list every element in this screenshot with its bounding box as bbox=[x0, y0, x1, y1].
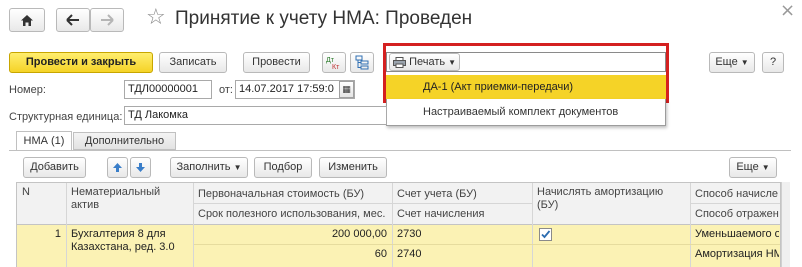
number-field[interactable]: ТДЛ00000001 bbox=[124, 80, 212, 99]
more-button-label: Еще bbox=[715, 56, 738, 68]
unit-label: Структурная единица: bbox=[9, 111, 123, 123]
tab-nma[interactable]: НМА (1) bbox=[16, 131, 72, 151]
row-asset-line2: Казахстана, ред. 3.0 bbox=[71, 241, 175, 253]
dt-kt-icon: Дт Кт bbox=[326, 57, 340, 71]
table-more-button[interactable]: Еще ▼ bbox=[729, 157, 777, 178]
move-up-button[interactable] bbox=[107, 157, 128, 178]
row-method: Уменьшаемого о bbox=[695, 228, 779, 240]
date-label: от: bbox=[219, 84, 233, 96]
structure-button[interactable] bbox=[350, 52, 374, 73]
header-method: Способ начисле bbox=[695, 188, 778, 200]
date-field[interactable]: 14.07.2017 17:59:0 bbox=[235, 80, 355, 99]
header-account-accrual: Счет начисления bbox=[397, 208, 485, 220]
header-cost: Первоначальная стоимость (БУ) bbox=[198, 188, 365, 200]
calendar-icon[interactable]: ▦ bbox=[339, 81, 354, 98]
amortization-checkbox[interactable] bbox=[539, 228, 552, 241]
row-sep-3 bbox=[392, 225, 393, 267]
row-sep-1 bbox=[66, 225, 67, 267]
number-label: Номер: bbox=[9, 84, 46, 96]
unit-field[interactable]: ТД Лакомка bbox=[124, 106, 387, 125]
chevron-down-icon: ▼ bbox=[740, 58, 749, 67]
svg-text:Дт: Дт bbox=[326, 57, 335, 64]
row-sep-4 bbox=[532, 225, 533, 267]
tab-baseline bbox=[9, 150, 791, 151]
chevron-down-icon: ▼ bbox=[448, 58, 457, 67]
favorite-star-icon[interactable]: ☆ bbox=[146, 5, 166, 30]
row-reflect: Амортизация НМ bbox=[695, 248, 779, 260]
tab-additional[interactable]: Дополнительно bbox=[73, 132, 176, 150]
post-and-close-button[interactable]: Провести и закрыть bbox=[9, 52, 153, 73]
structure-icon bbox=[355, 55, 369, 70]
chevron-down-icon: ▼ bbox=[233, 163, 242, 172]
header-amortization: Начислять амортизацию (БУ) bbox=[537, 186, 664, 211]
chevron-down-icon: ▼ bbox=[761, 163, 770, 172]
back-button[interactable] bbox=[56, 8, 90, 32]
arrow-down-icon bbox=[136, 163, 145, 172]
checkmark-icon bbox=[541, 230, 551, 239]
change-button[interactable]: Изменить bbox=[319, 157, 387, 178]
home-button[interactable] bbox=[9, 8, 45, 32]
header-n: N bbox=[22, 186, 30, 198]
svg-text:Кт: Кт bbox=[332, 64, 340, 71]
header-asset: Нематериальный актив bbox=[71, 186, 161, 211]
header-life: Срок полезного использования, мес. bbox=[198, 208, 386, 220]
more-button[interactable]: Еще ▼ bbox=[709, 52, 755, 73]
row-n: 1 bbox=[54, 228, 61, 240]
home-icon bbox=[21, 14, 33, 26]
header-mid-line-2 bbox=[393, 203, 532, 204]
arrow-up-icon bbox=[113, 163, 122, 172]
row-cost: 200 000,00 bbox=[331, 228, 387, 240]
header-reflect: Способ отражен bbox=[695, 208, 779, 220]
row-life: 60 bbox=[374, 248, 387, 260]
header-mid-line-3 bbox=[691, 203, 780, 204]
header-account: Счет учета (БУ) bbox=[397, 188, 477, 200]
fill-button[interactable]: Заполнить ▼ bbox=[170, 157, 248, 178]
row-account-accrual: 2740 bbox=[397, 248, 422, 260]
forward-button[interactable] bbox=[90, 8, 124, 32]
close-icon[interactable]: × bbox=[780, 0, 795, 21]
page-title: Принятие к учету НМА: Проведен bbox=[175, 8, 473, 29]
arrow-left-icon bbox=[66, 14, 79, 26]
post-button[interactable]: Провести bbox=[243, 52, 310, 73]
help-button[interactable]: ? bbox=[762, 52, 784, 73]
row-sep-5 bbox=[690, 225, 691, 267]
add-button[interactable]: Добавить bbox=[23, 157, 86, 178]
print-menu-item-custom-kit[interactable]: Настраиваемый комплект документов bbox=[423, 106, 618, 118]
dt-kt-button[interactable]: Дт Кт bbox=[322, 52, 346, 73]
row-sep-2 bbox=[193, 225, 194, 267]
row-account: 2730 bbox=[397, 228, 422, 240]
save-button[interactable]: Записать bbox=[159, 52, 227, 73]
print-button-label: Печать bbox=[409, 56, 446, 68]
move-down-button[interactable] bbox=[130, 157, 151, 178]
printer-icon bbox=[393, 56, 406, 68]
print-menu-item-da1[interactable]: ДА-1 (Акт приемки-передачи) bbox=[386, 75, 666, 99]
row-asset-line1: Бухгалтерия 8 для bbox=[71, 228, 166, 240]
fill-button-label: Заполнить bbox=[176, 161, 231, 173]
print-button[interactable]: Печать ▼ bbox=[389, 53, 460, 71]
table-scrollbar[interactable] bbox=[781, 182, 790, 267]
row-mid-line bbox=[194, 244, 780, 245]
pick-button[interactable]: Подбор bbox=[254, 157, 312, 178]
arrow-right-icon bbox=[101, 14, 114, 26]
table-more-button-label: Еще bbox=[736, 161, 759, 173]
header-mid-line bbox=[194, 203, 392, 204]
